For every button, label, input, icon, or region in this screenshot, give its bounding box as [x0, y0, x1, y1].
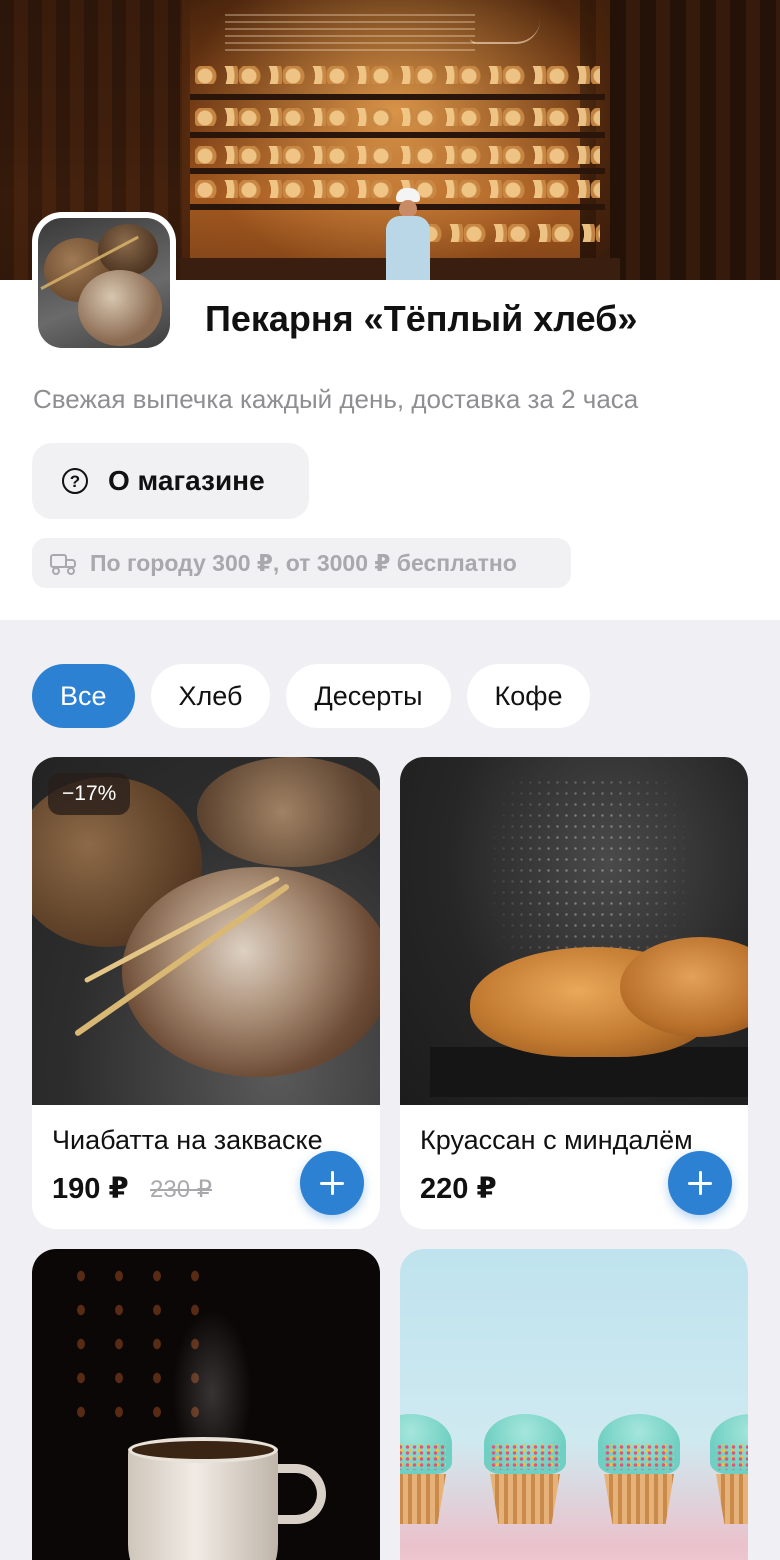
product-price: 220 ₽ — [420, 1173, 497, 1205]
add-to-cart-button[interactable] — [668, 1151, 732, 1215]
delivery-info-badge: По городу 300 ₽, от 3000 ₽ бесплатно — [32, 538, 571, 588]
product-name: Чиабатта на закваске — [52, 1125, 323, 1155]
product-old-price: 230 ₽ — [150, 1176, 212, 1203]
product-name: Круассан с миндалём — [420, 1125, 693, 1155]
question-circle-icon: ? — [62, 468, 88, 494]
about-store-label: О магазине — [108, 465, 265, 496]
product-image — [400, 1249, 748, 1560]
product-image — [400, 757, 748, 1105]
delivery-text: По городу 300 ₽, от 3000 ₽ бесплатно — [90, 549, 517, 576]
add-to-cart-button[interactable] — [300, 1151, 364, 1215]
product-image — [32, 1249, 380, 1560]
product-card[interactable]: Круассан с миндалём 220 ₽ — [400, 757, 748, 1229]
about-store-button[interactable]: ? О магазине — [32, 443, 309, 519]
store-logo — [32, 212, 176, 354]
product-card[interactable] — [400, 1249, 748, 1560]
truck-icon — [50, 552, 78, 575]
category-chip-desserts[interactable]: Десерты — [286, 664, 451, 728]
product-card[interactable]: −17% Чиабатта на закваске 190 ₽ 230 ₽ — [32, 757, 380, 1229]
discount-badge: −17% — [48, 773, 131, 815]
product-price: 190 ₽ — [52, 1173, 129, 1205]
store-title: Пекарня «Тёплый хлеб» — [205, 298, 638, 339]
category-chip-bread[interactable]: Хлеб — [150, 664, 271, 728]
store-subtitle: Свежая выпечка каждый день, доставка за … — [33, 384, 639, 414]
product-card[interactable] — [32, 1249, 380, 1560]
category-chip-all[interactable]: Все — [32, 664, 135, 728]
category-chip-coffee[interactable]: Кофе — [466, 664, 591, 728]
category-tabs: Все Хлеб Десерты Кофе — [32, 664, 591, 728]
product-image: −17% — [32, 757, 380, 1105]
